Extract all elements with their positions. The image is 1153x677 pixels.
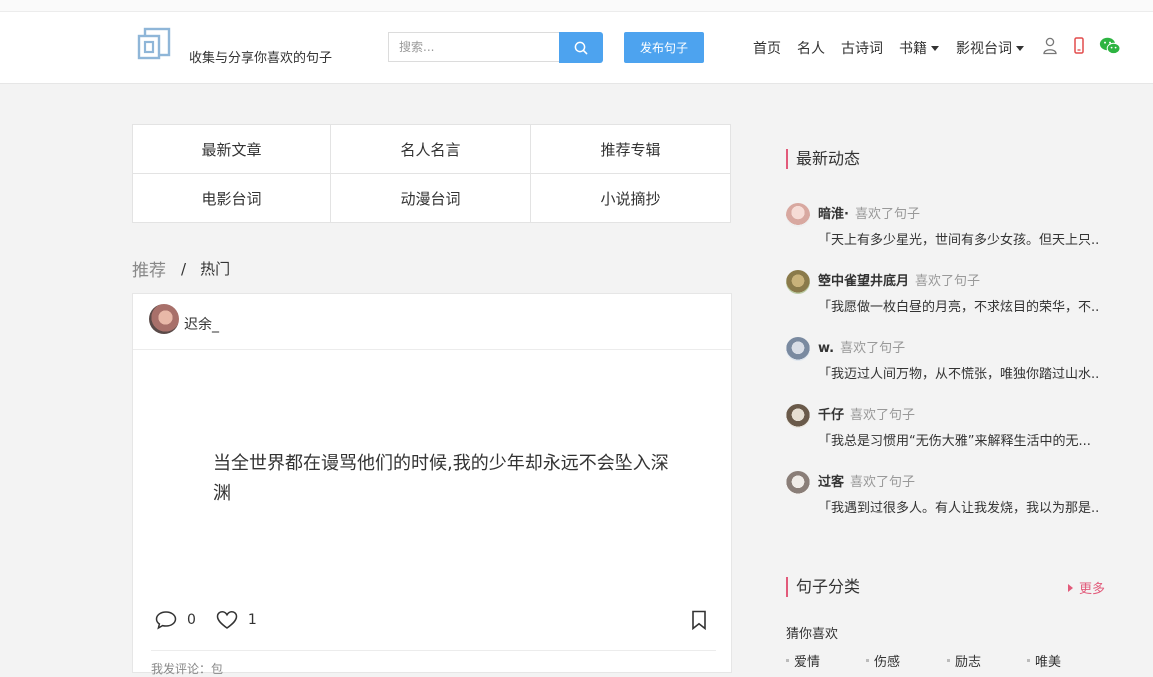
category-latest-articles[interactable]: 最新文章 (133, 125, 331, 174)
feed-tabs: 推荐 / 热门 (132, 256, 230, 282)
feed-user-link[interactable]: 过客 喜欢了句子 (818, 471, 915, 490)
nav-home[interactable]: 首页 (753, 38, 781, 58)
category-novel-excerpts[interactable]: 小说摘抄 (531, 174, 730, 222)
tab-hot[interactable]: 热门 (200, 258, 230, 279)
tag-inspirational[interactable]: 励志 (947, 651, 981, 670)
feed-action: 喜欢了句子 (854, 207, 920, 222)
wechat-icon[interactable] (1099, 37, 1121, 59)
caret-right-icon (1068, 583, 1073, 592)
bullet-icon (1027, 659, 1030, 662)
feed-action: 喜欢了句子 (915, 274, 981, 289)
category-anime-lines[interactable]: 动漫台词 (331, 174, 531, 222)
post-actions: 0 1 (155, 610, 257, 630)
feed-action: 喜欢了句子 (840, 341, 906, 356)
more-label: 更多 (1079, 582, 1106, 597)
feed-user-link[interactable]: 箜中雀望井底月 喜欢了句子 (818, 270, 980, 289)
post-card-header: 迟余_ (133, 294, 731, 350)
feed-sentence[interactable]: 「我迈过人间万物，从不慌张，唯独你踏过山水... (818, 363, 1098, 382)
feed-user: 千仔 (818, 408, 845, 423)
comment-icon (155, 611, 177, 630)
feed-user-link[interactable]: 千仔 喜欢了句子 (818, 404, 915, 423)
comment-hint[interactable]: 我发评论：包 (151, 660, 223, 677)
category-movie-lines[interactable]: 电影台词 (133, 174, 331, 222)
top-strip (0, 0, 1153, 12)
feed-item: 箜中雀望井底月 喜欢了句子 「我愿做一枚白昼的月亮，不求炫目的荣华，不... (786, 270, 1106, 320)
mobile-icon[interactable] (1074, 37, 1084, 58)
publish-sentence-button[interactable]: 发布句子 (624, 32, 704, 63)
avatar[interactable] (786, 337, 810, 361)
feed-action: 喜欢了句子 (850, 475, 916, 490)
avatar[interactable] (786, 404, 810, 428)
category-famous-quotes[interactable]: 名人名言 (331, 125, 531, 174)
feed-sentence[interactable]: 「我愿做一枚白昼的月亮，不求炫目的荣华，不... (818, 296, 1098, 315)
more-link[interactable]: 更多 (1068, 578, 1105, 597)
tag-label: 伤感 (874, 655, 901, 670)
post-card: 迟余_ 当全世界都在谩骂他们的时候,我的少年却永远不会坠入深渊 0 1 我发评论… (132, 293, 732, 676)
feed-user: 过客 (818, 475, 845, 490)
tag-label: 唯美 (1035, 655, 1062, 670)
avatar[interactable] (149, 304, 179, 334)
nav-film-quotes[interactable]: 影视台词 (956, 38, 1024, 58)
nav-celebrities[interactable]: 名人 (797, 38, 825, 58)
nav-books-label: 书籍 (899, 41, 927, 57)
site-logo-icon[interactable] (136, 27, 172, 65)
bullet-icon (866, 659, 869, 662)
chevron-down-icon (1016, 45, 1024, 51)
guess-you-like-title: 猜你喜欢 (786, 627, 839, 642)
like-button[interactable]: 1 (216, 610, 257, 630)
avatar[interactable] (786, 471, 810, 495)
feed-item: 过客 喜欢了句子 「我遇到过很多人。有人让我发烧，我以为那是... (786, 471, 1106, 521)
feed-user-link[interactable]: w. 喜欢了句子 (818, 337, 905, 356)
feed-user: 暗淮· (818, 207, 849, 222)
tag-label: 爱情 (794, 655, 821, 670)
feed-sentence[interactable]: 「天上有多少星光，世间有多少女孩。但天上只... (818, 229, 1098, 248)
feed-user: 箜中雀望井底月 (818, 274, 910, 289)
nav-poems[interactable]: 古诗词 (841, 38, 883, 58)
feed-item: 千仔 喜欢了句子 「我总是习惯用“无伤大雅”来解释生活中的无... (786, 404, 1106, 454)
feed-sentence[interactable]: 「我总是习惯用“无伤大雅”来解释生活中的无... (818, 430, 1098, 449)
search-input[interactable] (388, 32, 560, 62)
like-count: 1 (247, 612, 257, 628)
tag-beautiful[interactable]: 唯美 (1027, 651, 1061, 670)
feed-action: 喜欢了句子 (850, 408, 916, 423)
user-icon[interactable] (1043, 37, 1057, 59)
heart-icon (216, 611, 238, 629)
category-grid: 最新文章 名人名言 推荐专辑 电影台词 动漫台词 小说摘抄 (132, 124, 731, 223)
tab-separator: / (181, 259, 187, 278)
site-slogan: 收集与分享你喜欢的句子 (189, 51, 333, 66)
feed-user: w. (818, 341, 835, 356)
nav-books[interactable]: 书籍 (899, 38, 939, 58)
card-divider (151, 650, 716, 651)
site-header: 收集与分享你喜欢的句子 发布句子 首页 名人 古诗词 书籍 影视台词 (0, 12, 1153, 84)
feed-item: w. 喜欢了句子 「我迈过人间万物，从不慌张，唯独你踏过山水... (786, 337, 1106, 387)
tab-recommend[interactable]: 推荐 (132, 256, 166, 281)
bullet-icon (947, 659, 950, 662)
category-recommended-albums[interactable]: 推荐专辑 (531, 125, 730, 174)
tag-label: 励志 (955, 655, 982, 670)
search-icon (574, 41, 588, 54)
avatar[interactable] (786, 270, 810, 294)
comment-count: 0 (187, 612, 196, 628)
post-author[interactable]: 迟余_ (184, 314, 219, 334)
chevron-down-icon (931, 45, 939, 51)
bullet-icon (786, 659, 789, 662)
nav-film-quotes-label: 影视台词 (956, 41, 1012, 57)
sentence-category-title: 句子分类 (786, 577, 860, 597)
feed-item: 暗淮· 喜欢了句子 「天上有多少星光，世间有多少女孩。但天上只... (786, 203, 1106, 253)
avatar[interactable] (786, 203, 810, 227)
latest-activity-title: 最新动态 (786, 149, 860, 169)
tag-sad[interactable]: 伤感 (866, 651, 900, 670)
bookmark-icon[interactable] (691, 610, 707, 634)
feed-user-link[interactable]: 暗淮· 喜欢了句子 (818, 203, 920, 222)
search-button[interactable] (559, 32, 603, 63)
feed-sentence[interactable]: 「我遇到过很多人。有人让我发烧，我以为那是... (818, 497, 1098, 516)
comment-button[interactable]: 0 (155, 610, 196, 630)
post-text[interactable]: 当全世界都在谩骂他们的时候,我的少年却永远不会坠入深渊 (213, 449, 673, 509)
tag-love[interactable]: 爱情 (786, 651, 820, 670)
